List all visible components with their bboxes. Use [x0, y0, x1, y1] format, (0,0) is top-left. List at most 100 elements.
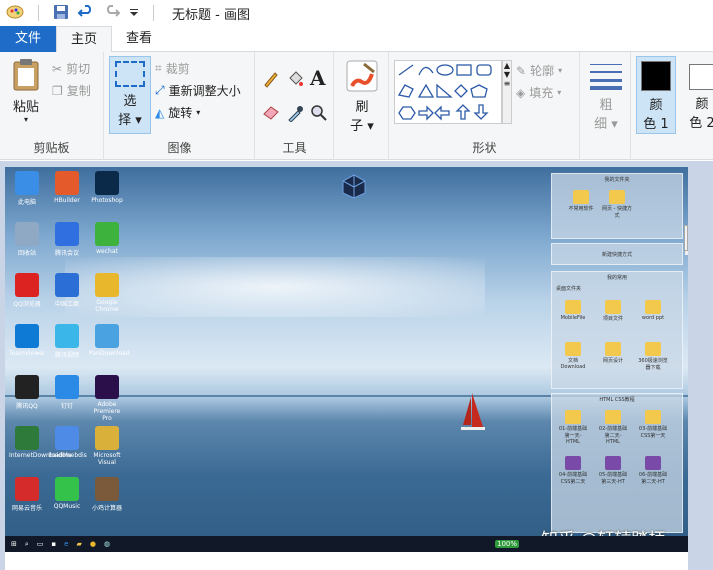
folder-icon[interactable]: MobileFile [558, 300, 588, 321]
tab-home[interactable]: 主页 [56, 26, 113, 52]
desktop-shortcut[interactable]: 腾讯QQ [9, 375, 45, 410]
tab-view[interactable]: 查看 [112, 26, 166, 52]
desktop-shortcut[interactable]: Microsoft Visual [89, 426, 125, 466]
pencil-icon[interactable] [262, 70, 280, 91]
desktop-shortcut[interactable]: QQ浏览器 [9, 273, 45, 308]
folder-icon[interactable]: 不常用软件 [566, 190, 596, 212]
resize-button[interactable]: ⤢ 重新调整大小 [155, 82, 241, 99]
desktop-shortcut-label: QQ浏览器 [13, 301, 41, 308]
folder-taskbar-icon[interactable]: ▰ [76, 540, 81, 548]
app-icon [55, 375, 79, 399]
desktop-shortcut[interactable]: baiduwebdis [49, 426, 87, 459]
folder-icon[interactable]: 项目文件 [598, 300, 628, 322]
pasted-desktop-screenshot[interactable]: 此电脑 HBuilder Photoshop 回收站 腾讯会议 wechat QQ浏览器 中国… [5, 167, 688, 552]
tab-file[interactable]: 文件 [0, 26, 56, 52]
task-view-icon[interactable]: ▭ [37, 540, 44, 548]
chevron-down-icon: ▾ [558, 66, 563, 75]
color2-button[interactable]: 颜 色 2 [682, 56, 713, 134]
shapes-gallery-icons [397, 64, 492, 121]
chrome-taskbar-icon[interactable]: ● [90, 540, 96, 548]
clipboard-icon [13, 59, 39, 91]
desktop-shortcut[interactable]: Adobe Premiere Pro [89, 375, 125, 422]
search-icon[interactable]: ⌕ [25, 540, 29, 549]
fill-button[interactable]: ◈ 填充 ▾ [516, 84, 561, 101]
size-button[interactable]: 粗 细 ▾ [587, 60, 625, 132]
desktop-shortcut[interactable]: Photoshop [89, 171, 125, 204]
app-icon [95, 375, 119, 399]
select-button[interactable]: 选 择 ▾ [109, 56, 151, 134]
paint-taskbar-icon[interactable]: ◍ [104, 540, 110, 548]
shapes-gallery[interactable] [394, 60, 502, 124]
app-icon [95, 324, 119, 348]
fence-css-tutorials: HTML CSS教程 01-前端基础第一天-HTML 02-前端基础第二天-HTM… [551, 393, 683, 533]
crop-button[interactable]: ⌗ 裁剪 [155, 60, 190, 77]
eraser-icon[interactable] [262, 104, 280, 123]
scissors-icon: ✂ [52, 61, 63, 76]
brushes-button[interactable]: 刷 子 ▾ [343, 60, 381, 134]
folder-icon[interactable]: 360极速浏览器下载 [638, 342, 668, 371]
window-title: 无标题 - 画图 [172, 7, 250, 23]
desktop-shortcut[interactable]: InternetDownloadMa [9, 426, 72, 459]
rotate-label: 旋转 [168, 106, 193, 120]
save-icon[interactable] [53, 4, 69, 23]
desktop-shortcut[interactable]: 腾讯会议 [49, 222, 85, 257]
desktop-shortcut[interactable]: PanDownload [89, 324, 130, 357]
desktop-shortcut[interactable]: 回收站 [9, 222, 45, 257]
divider [38, 5, 39, 21]
line-size-icon [590, 64, 622, 90]
paste-button[interactable]: 粘贴 ▾ [8, 58, 44, 124]
folder-icon[interactable]: 03-前端基础CSS第一天 [638, 410, 668, 439]
desktop-shortcut[interactable]: 腾讯视频 [49, 324, 85, 359]
rotate-button[interactable]: ◭ 旋转 ▾ [155, 104, 200, 121]
desktop-shortcut[interactable]: 中国工商 [49, 273, 85, 308]
taskbar-app-icon[interactable]: ▪ [51, 540, 56, 548]
chevron-down-icon: ▾ [196, 108, 201, 117]
customize-dropdown-icon[interactable] [129, 4, 139, 23]
desktop-shortcut[interactable]: 钉钉 [49, 375, 85, 410]
fill-label: 填充 [529, 86, 554, 100]
folder-icon[interactable]: 02-前端基础第二天-HTML [598, 410, 628, 445]
edge-icon[interactable]: e [64, 540, 68, 548]
text-tool-icon[interactable]: A [310, 66, 326, 90]
folder-icon[interactable]: 文档Download [558, 342, 588, 370]
redo-icon[interactable] [103, 4, 121, 23]
folder-icon[interactable]: 01-前端基础第一天-HTML [558, 410, 588, 445]
app-icon [55, 171, 79, 195]
folder-icon[interactable]: 06-前端基础第二天-HT [638, 456, 668, 485]
desktop-shortcut[interactable]: 此电脑 [9, 171, 45, 206]
undo-icon[interactable] [77, 4, 95, 23]
brush-icon [346, 60, 378, 92]
app-icon [15, 477, 39, 501]
desktop-shortcut[interactable]: 小鸡计算器 [89, 477, 125, 512]
desktop-shortcut[interactable]: QQMusic [49, 477, 85, 510]
app-icon [95, 426, 119, 450]
folder-icon[interactable]: 05-前端基础第三天-HT [598, 456, 628, 485]
canvas-resize-handle[interactable] [684, 225, 688, 251]
app-icon [55, 324, 79, 348]
folder-icon[interactable]: 04-前端基础CSS第二天 [558, 456, 588, 485]
color1-button[interactable]: 颜 色 1 [636, 56, 676, 134]
copy-button[interactable]: ❐ 复制 [52, 82, 91, 99]
cut-button[interactable]: ✂ 剪切 [52, 60, 90, 77]
shapes-gallery-scroll[interactable]: ▲ ▼ ≡ [502, 60, 512, 124]
desktop-shortcut[interactable]: 网易云音乐 [9, 477, 45, 512]
windows-start-icon[interactable]: ⊞ [11, 540, 17, 548]
brushes-label-1: 刷 [355, 100, 369, 115]
desktop-shortcut-label: baiduwebdis [49, 452, 87, 459]
desktop-shortcut[interactable]: HBuilder [49, 171, 85, 204]
color2-label-1: 颜 [695, 97, 709, 112]
chevron-down-icon: ▾ [557, 88, 562, 97]
desktop-shortcut[interactable]: Google Chrome [89, 273, 125, 313]
color-picker-icon[interactable] [286, 104, 304, 125]
outline-button[interactable]: ✎ 轮廓 ▾ [516, 62, 562, 79]
folder-icon[interactable]: 网页设计 [598, 342, 628, 364]
magnifier-icon[interactable] [310, 104, 328, 125]
folder-icon[interactable]: 网页 - 快捷方式 [602, 190, 632, 219]
desktop-shortcut-label: 网易云音乐 [11, 505, 42, 512]
copy-label: 复制 [66, 84, 91, 98]
folder-icon[interactable]: word ppt [638, 300, 668, 321]
desktop-shortcut[interactable]: wechat [89, 222, 125, 255]
desktop-shortcut[interactable]: TeamViewer [9, 324, 45, 357]
fill-bucket-icon[interactable] [286, 70, 304, 91]
resize-icon: ⤢ [155, 83, 165, 97]
